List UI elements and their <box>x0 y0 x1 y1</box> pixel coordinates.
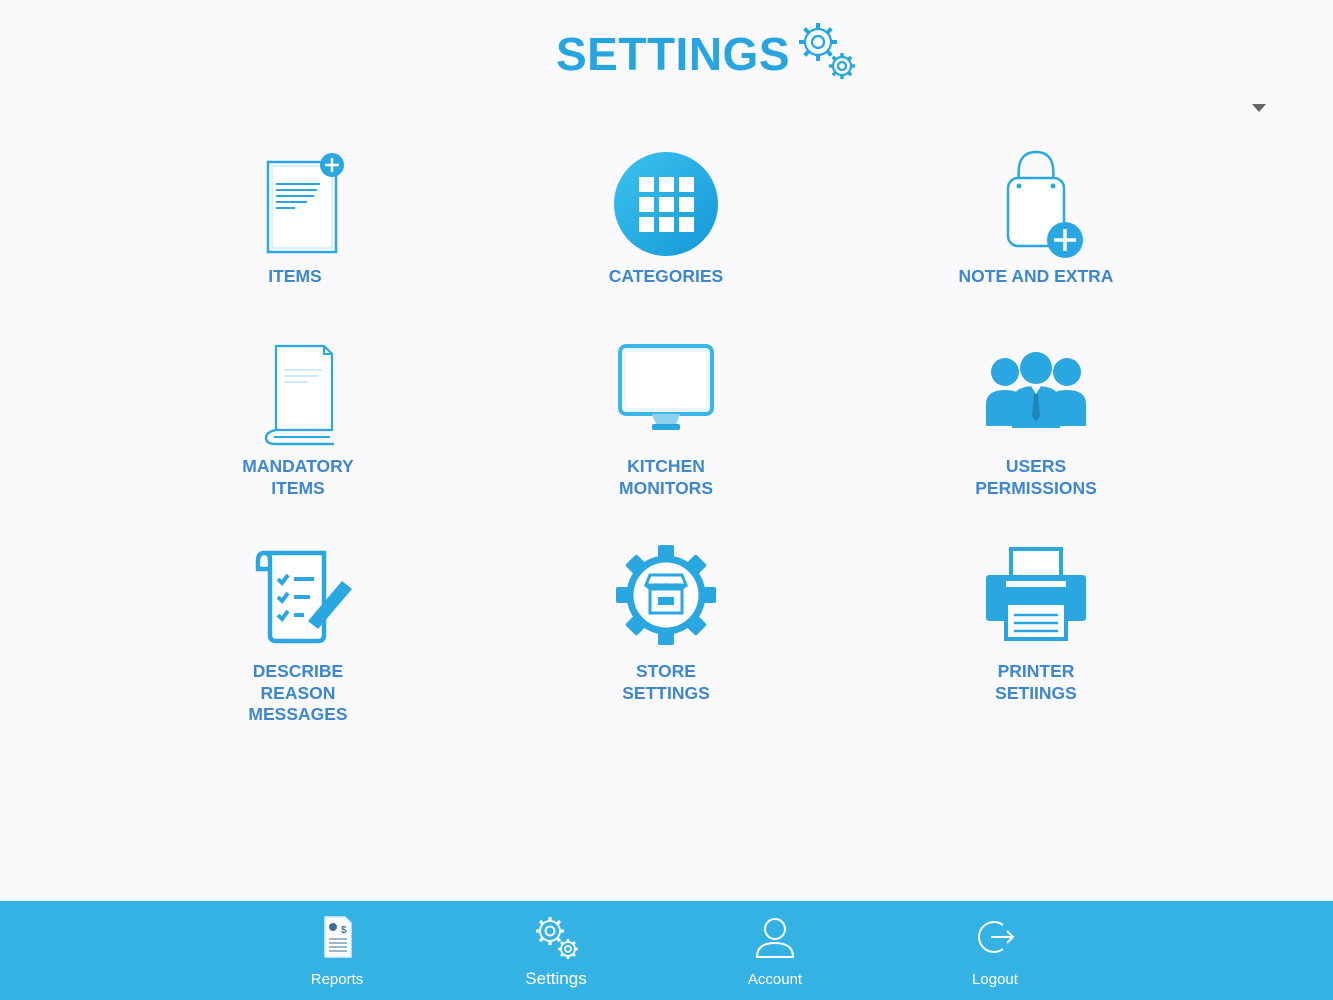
nav-account[interactable]: Account <box>705 901 845 1000</box>
tile-label: ITEMS <box>268 266 322 286</box>
bottom-nav: $ Reports Settings Account Logout <box>0 901 1333 1000</box>
tile-categories[interactable]: CATEGORIES <box>536 150 796 288</box>
users-icon <box>986 352 1086 428</box>
nav-label: Reports <box>310 971 364 988</box>
tile-mandatory-items[interactable]: MANDATORY ITEMS <box>168 340 428 499</box>
settings-page: SETTINGS ITEMS CATEGORIES NOTE AND EXTRA… <box>0 0 1333 1000</box>
tile-describe-reason-messages[interactable]: DESCRIBE REASON MESSAGES <box>168 545 428 726</box>
tile-label: PRINTER SETIINGS <box>995 661 1077 703</box>
nav-label: Logout <box>972 971 1018 988</box>
printer-icon <box>986 547 1086 641</box>
tile-items[interactable]: ITEMS <box>165 150 425 288</box>
page-title: SETTINGS <box>556 28 791 80</box>
tile-label: USERS PERMISSIONS <box>975 456 1097 498</box>
tile-note-and-extra[interactable]: NOTE AND EXTRA <box>906 150 1166 288</box>
grid-icon <box>614 152 718 256</box>
monitor-icon <box>618 344 714 430</box>
book-icon <box>264 344 334 446</box>
gears-icon <box>799 23 856 79</box>
svg-text:$: $ <box>341 925 347 936</box>
document-add-icon <box>266 153 344 254</box>
nav-label: Account <box>747 971 803 988</box>
nav-logout[interactable]: Logout <box>925 901 1065 1000</box>
tile-printer-settings[interactable]: PRINTER SETIINGS <box>906 545 1166 704</box>
header: SETTINGS <box>0 0 1333 100</box>
tile-label: MANDATORY ITEMS <box>242 456 354 498</box>
user-icon <box>755 918 795 958</box>
tile-label: DESCRIBE REASON MESSAGES <box>248 661 348 724</box>
tile-label: CATEGORIES <box>608 266 724 286</box>
report-icon: $ <box>324 916 352 958</box>
nav-reports[interactable]: $ Reports <box>267 901 407 1000</box>
logout-icon <box>978 921 1015 953</box>
tile-store-settings[interactable]: STORE SETTINGS <box>536 545 796 704</box>
tile-label: STORE SETTINGS <box>622 661 710 703</box>
nav-label: Settings <box>525 969 587 988</box>
bag-add-icon <box>1006 150 1083 258</box>
tile-kitchen-monitors[interactable]: KITCHEN MONITORS <box>536 340 796 499</box>
title-wrap: SETTINGS <box>556 18 862 90</box>
gears-icon <box>536 917 578 959</box>
dropdown-arrow-icon[interactable] <box>1252 104 1266 112</box>
tile-label: KITCHEN MONITORS <box>619 456 713 498</box>
nav-settings[interactable]: Settings <box>486 901 626 1000</box>
store-gear-icon <box>616 545 716 645</box>
tile-users-permissions[interactable]: USERS PERMISSIONS <box>906 340 1166 499</box>
tile-label: NOTE AND EXTRA <box>958 266 1114 286</box>
checklist-pencil-icon <box>255 550 352 644</box>
